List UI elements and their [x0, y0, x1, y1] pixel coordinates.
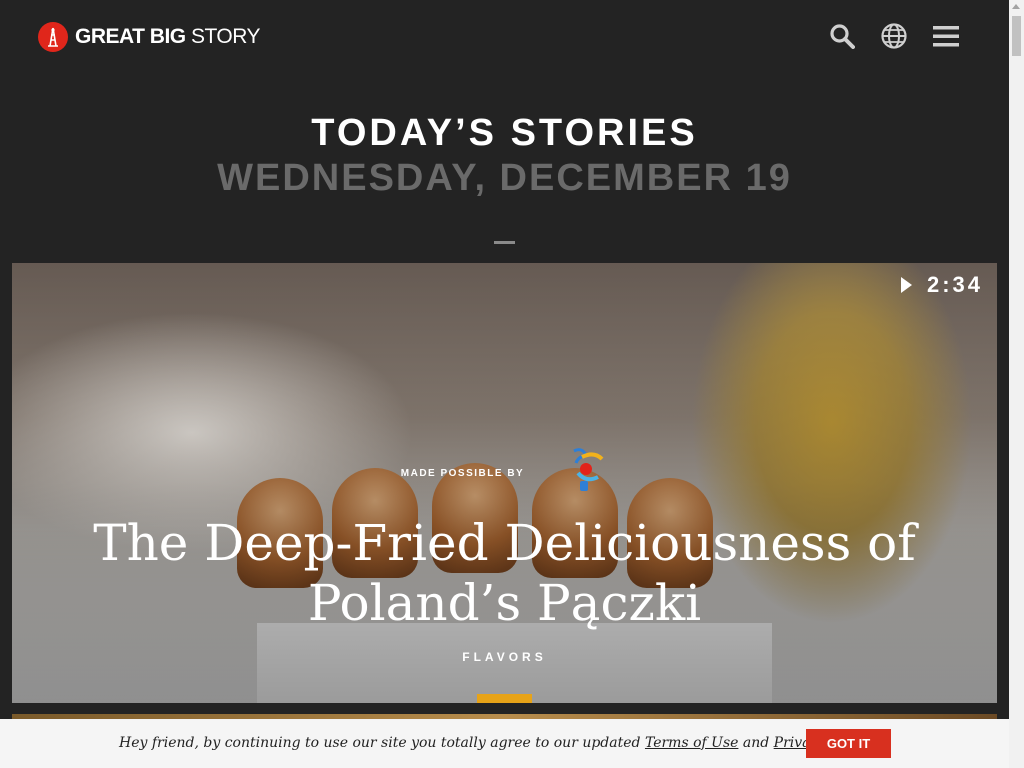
story-category[interactable]: FLAVORS — [12, 650, 997, 664]
search-icon[interactable] — [828, 22, 856, 50]
cookie-text: Hey friend, by continuing to use our sit… — [119, 735, 641, 751]
sponsor-label: MADE POSSIBLE BY — [400, 468, 525, 479]
section-date: WEDNESDAY, DECEMBER 19 — [217, 157, 792, 199]
logo-bold-text: GREAT BIG — [75, 25, 186, 48]
page: GREAT BIG STORY TODAY’S STORIES WEDNESDA… — [0, 0, 1009, 768]
story-title[interactable]: The Deep-Fried Deliciousness of Poland’s… — [12, 513, 997, 633]
story-title-line2: Poland’s Pączki — [307, 574, 702, 632]
terms-of-use-link[interactable]: Terms of Use — [645, 735, 738, 751]
logo-text: GREAT BIG STORY — [75, 25, 261, 49]
scrollbar-thumb[interactable] — [1012, 16, 1021, 56]
hero-accent-tab — [477, 694, 532, 703]
video-duration[interactable]: 2:34 — [900, 272, 983, 298]
globe-icon[interactable] — [880, 22, 908, 50]
scroll-up-arrow-icon[interactable] — [1012, 4, 1020, 9]
cookie-and-text: and — [742, 735, 770, 751]
scrollbar[interactable] — [1009, 0, 1024, 768]
logo-badge-icon — [38, 22, 68, 52]
divider — [494, 241, 515, 244]
cookie-message: Hey friend, by continuing to use our sit… — [119, 735, 873, 751]
story-title-line1: The Deep-Fried Deliciousness of — [93, 514, 916, 572]
duration-text: 2:34 — [926, 272, 983, 297]
cookie-banner: Hey friend, by continuing to use our sit… — [0, 719, 1009, 768]
menu-icon[interactable] — [932, 22, 960, 50]
section-title: TODAY’S STORIES — [311, 112, 698, 154]
logo-light-text: STORY — [190, 25, 261, 48]
sponsor-logo-icon[interactable] — [568, 447, 608, 500]
got-it-button[interactable]: GOT IT — [806, 729, 891, 758]
hero-story-card[interactable]: 2:34 MADE POSSIBLE BY The Deep-Fried Del… — [12, 263, 997, 703]
site-logo[interactable]: GREAT BIG STORY — [38, 22, 261, 52]
sponsor: MADE POSSIBLE BY — [12, 447, 997, 500]
play-icon — [900, 277, 912, 293]
